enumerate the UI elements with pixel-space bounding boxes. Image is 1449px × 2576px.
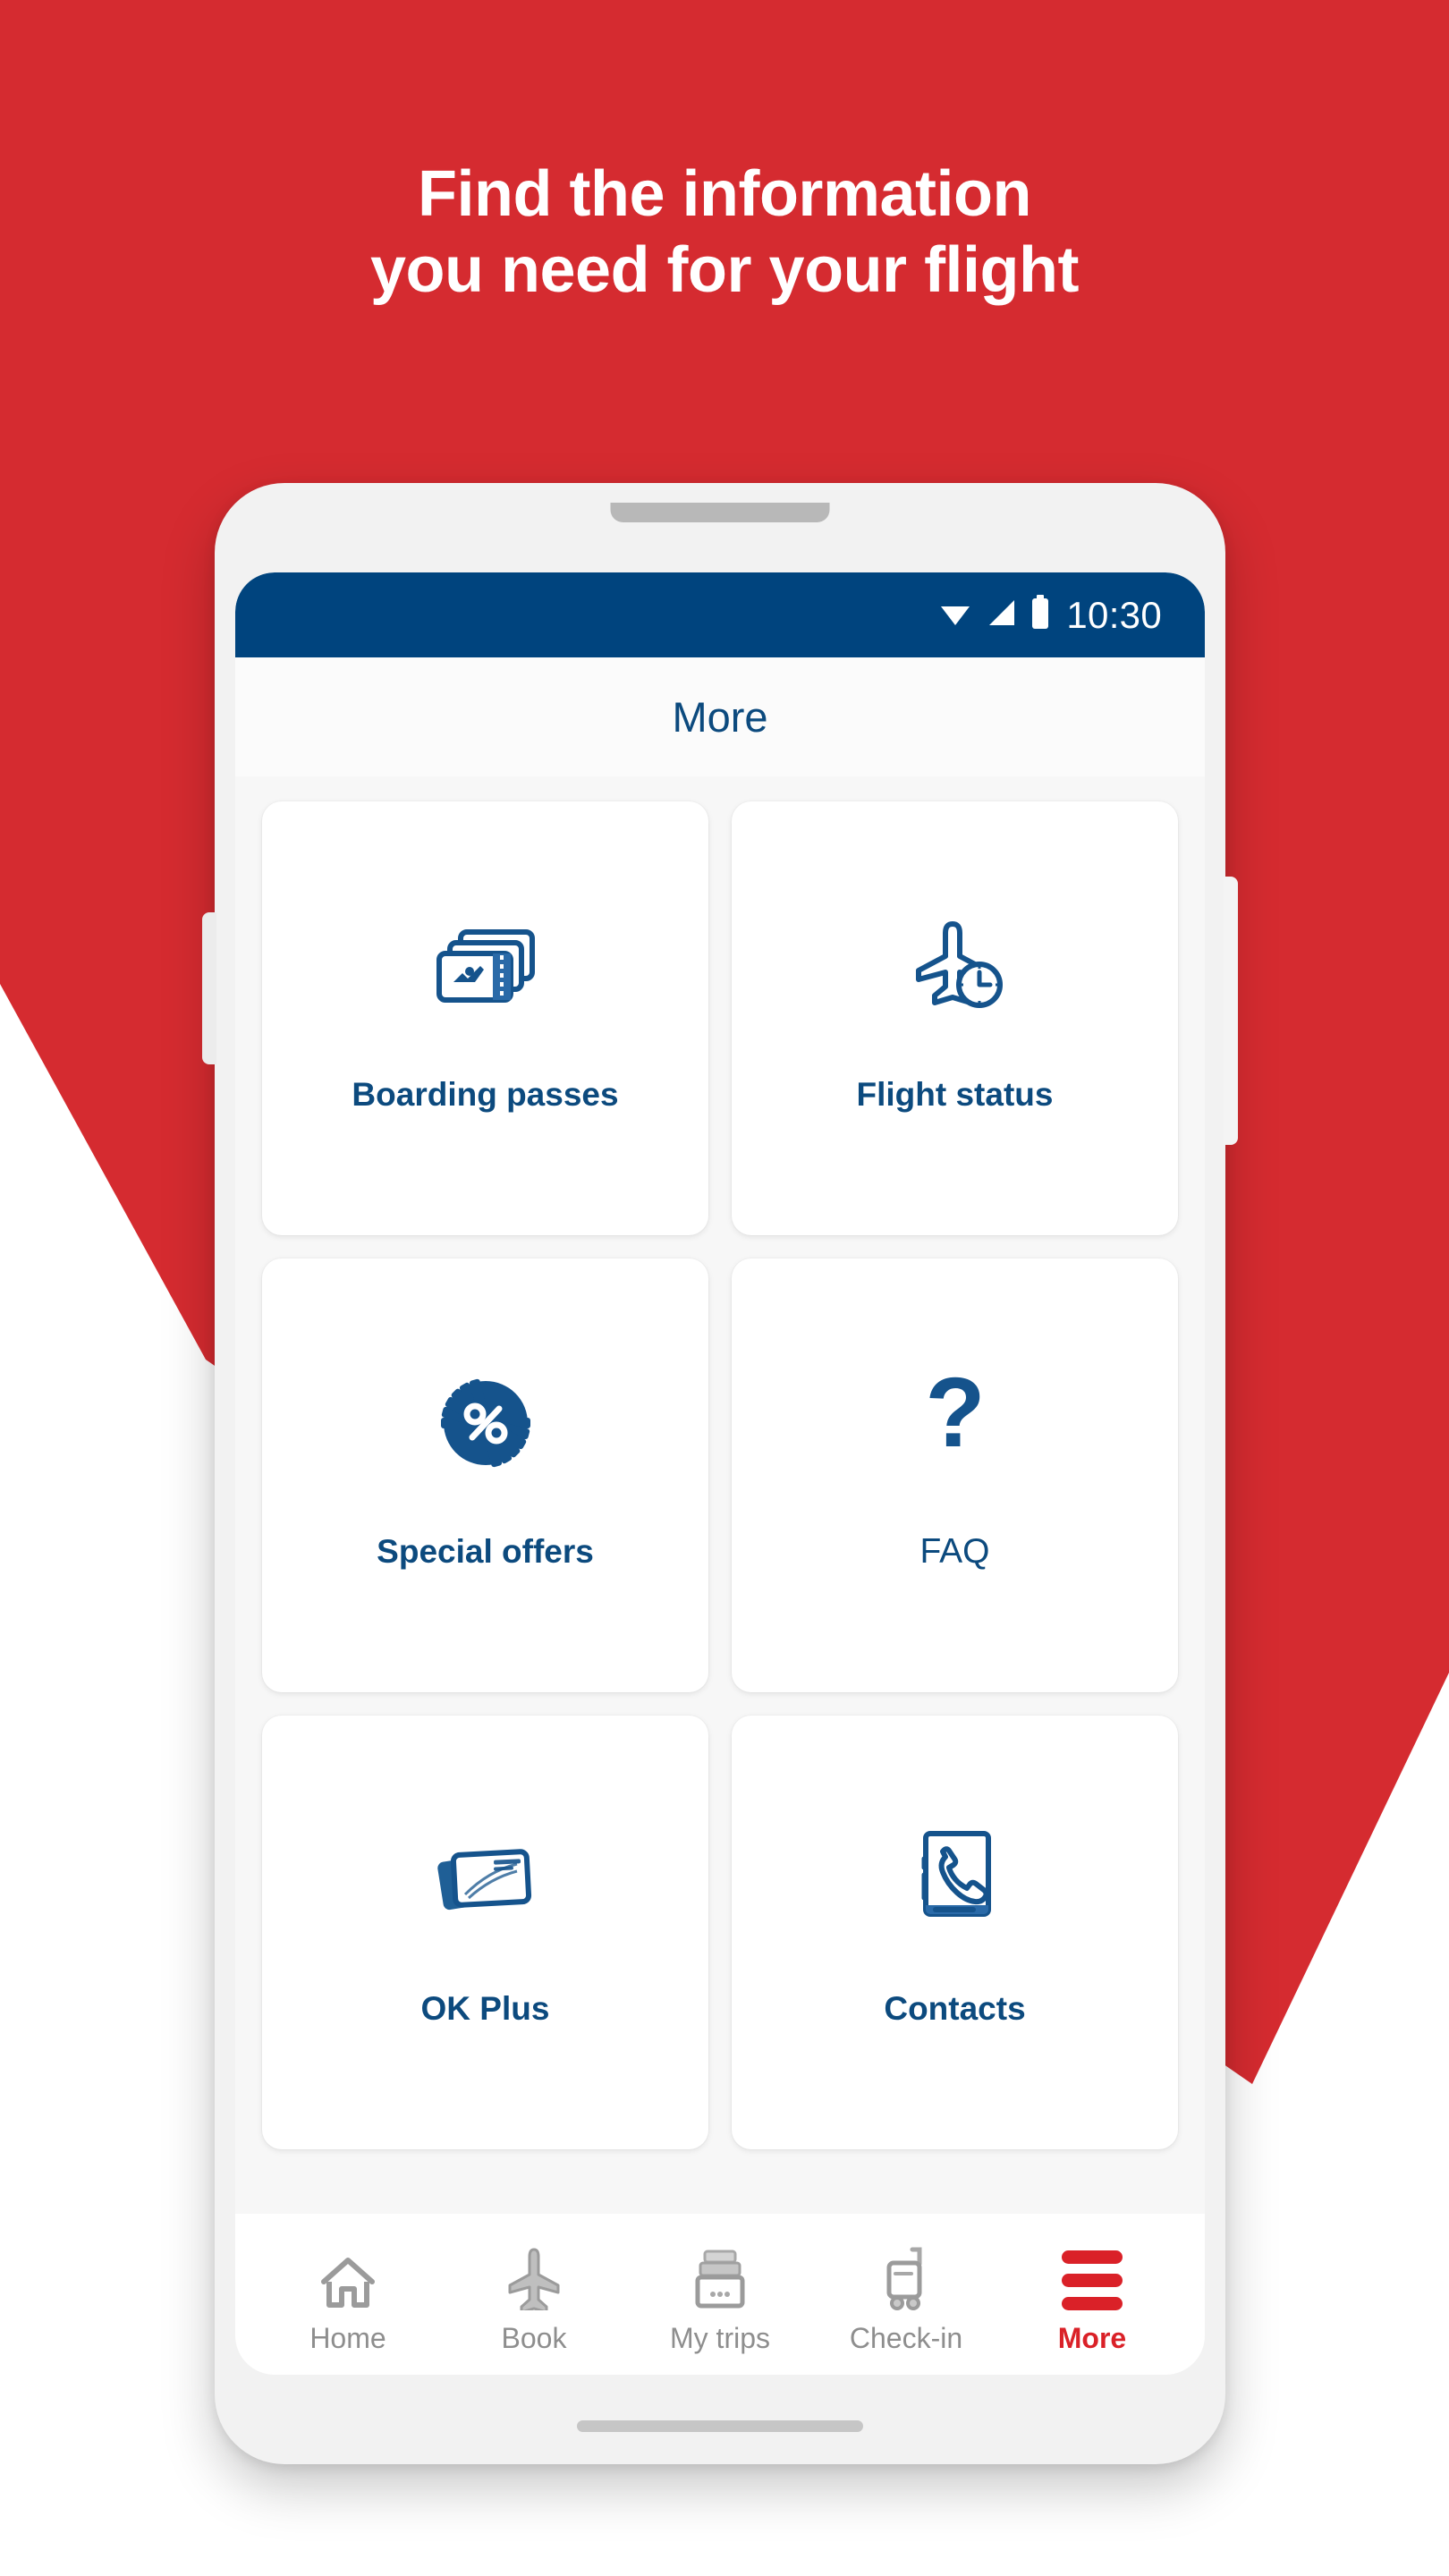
page-title: More (672, 693, 768, 741)
status-bar-time: 10:30 (1066, 593, 1162, 636)
nav-item-home[interactable]: Home (263, 2233, 433, 2355)
volume-button[interactable] (202, 912, 216, 1064)
battery-icon (1030, 593, 1051, 637)
home-icon (318, 2244, 377, 2310)
nav-item-more[interactable]: More (1007, 2233, 1177, 2355)
card-label: Contacts (884, 1989, 1026, 2027)
nav-item-my-trips[interactable]: My trips (635, 2233, 805, 2355)
card-label: FAQ (919, 1531, 990, 1571)
boarding-passes-icon (432, 908, 539, 1024)
card-ok-plus[interactable]: OK Plus (262, 1716, 708, 2149)
more-menu-content: Boarding passes Flight status Special of… (235, 776, 1205, 2339)
nav-label: More (1057, 2322, 1127, 2354)
suitcase-icon (691, 2244, 750, 2310)
card-label: OK Plus (420, 1989, 550, 2027)
power-button[interactable] (1224, 877, 1238, 1145)
flight-status-icon (902, 908, 1008, 1024)
nav-label: My trips (670, 2322, 770, 2354)
nav-label: Check-in (849, 2322, 963, 2354)
luggage-icon (878, 2244, 934, 2310)
status-bar: 10:30 (235, 572, 1205, 657)
phone-screen: 10:30 More Boarding passes Flight status… (235, 572, 1205, 2339)
nav-label: Book (501, 2322, 567, 2354)
menu-card-grid: Boarding passes Flight status Special of… (262, 801, 1178, 2149)
card-special-offers[interactable]: Special offers (262, 1258, 708, 1692)
earpiece-speaker (610, 503, 830, 522)
airplane-icon (506, 2244, 562, 2310)
card-faq[interactable]: ? FAQ (732, 1258, 1178, 1692)
card-flight-status[interactable]: Flight status (732, 801, 1178, 1235)
nav-label: Home (309, 2322, 386, 2354)
screenshot-root: Find the information you need for your f… (0, 0, 1449, 2576)
hamburger-icon (1062, 2244, 1123, 2310)
card-label: Special offers (377, 1532, 594, 1570)
card-label: Boarding passes (352, 1075, 619, 1113)
special-offers-icon (439, 1365, 532, 1481)
card-boarding-passes[interactable]: Boarding passes (262, 801, 708, 1235)
wifi-icon (937, 595, 973, 635)
card-label: Flight status (856, 1075, 1054, 1113)
nav-item-check-in[interactable]: Check-in (821, 2233, 991, 2355)
nav-item-book[interactable]: Book (449, 2233, 619, 2355)
cellular-signal-icon (985, 595, 1018, 635)
app-header: More (235, 657, 1205, 776)
card-contacts[interactable]: Contacts (732, 1716, 1178, 2149)
bottom-navigation-bar: Home Book My trips Check-in More (235, 2214, 1205, 2375)
phone-device-frame: 10:30 More Boarding passes Flight status… (202, 483, 1238, 2464)
contacts-book-icon (913, 1822, 997, 1938)
promo-headline: Find the information you need for your f… (370, 158, 1080, 306)
svg-text:?: ? (925, 1373, 985, 1468)
question-mark-icon: ? (920, 1364, 990, 1480)
membership-cards-icon (433, 1822, 538, 1938)
home-indicator-bar[interactable] (577, 2420, 863, 2432)
